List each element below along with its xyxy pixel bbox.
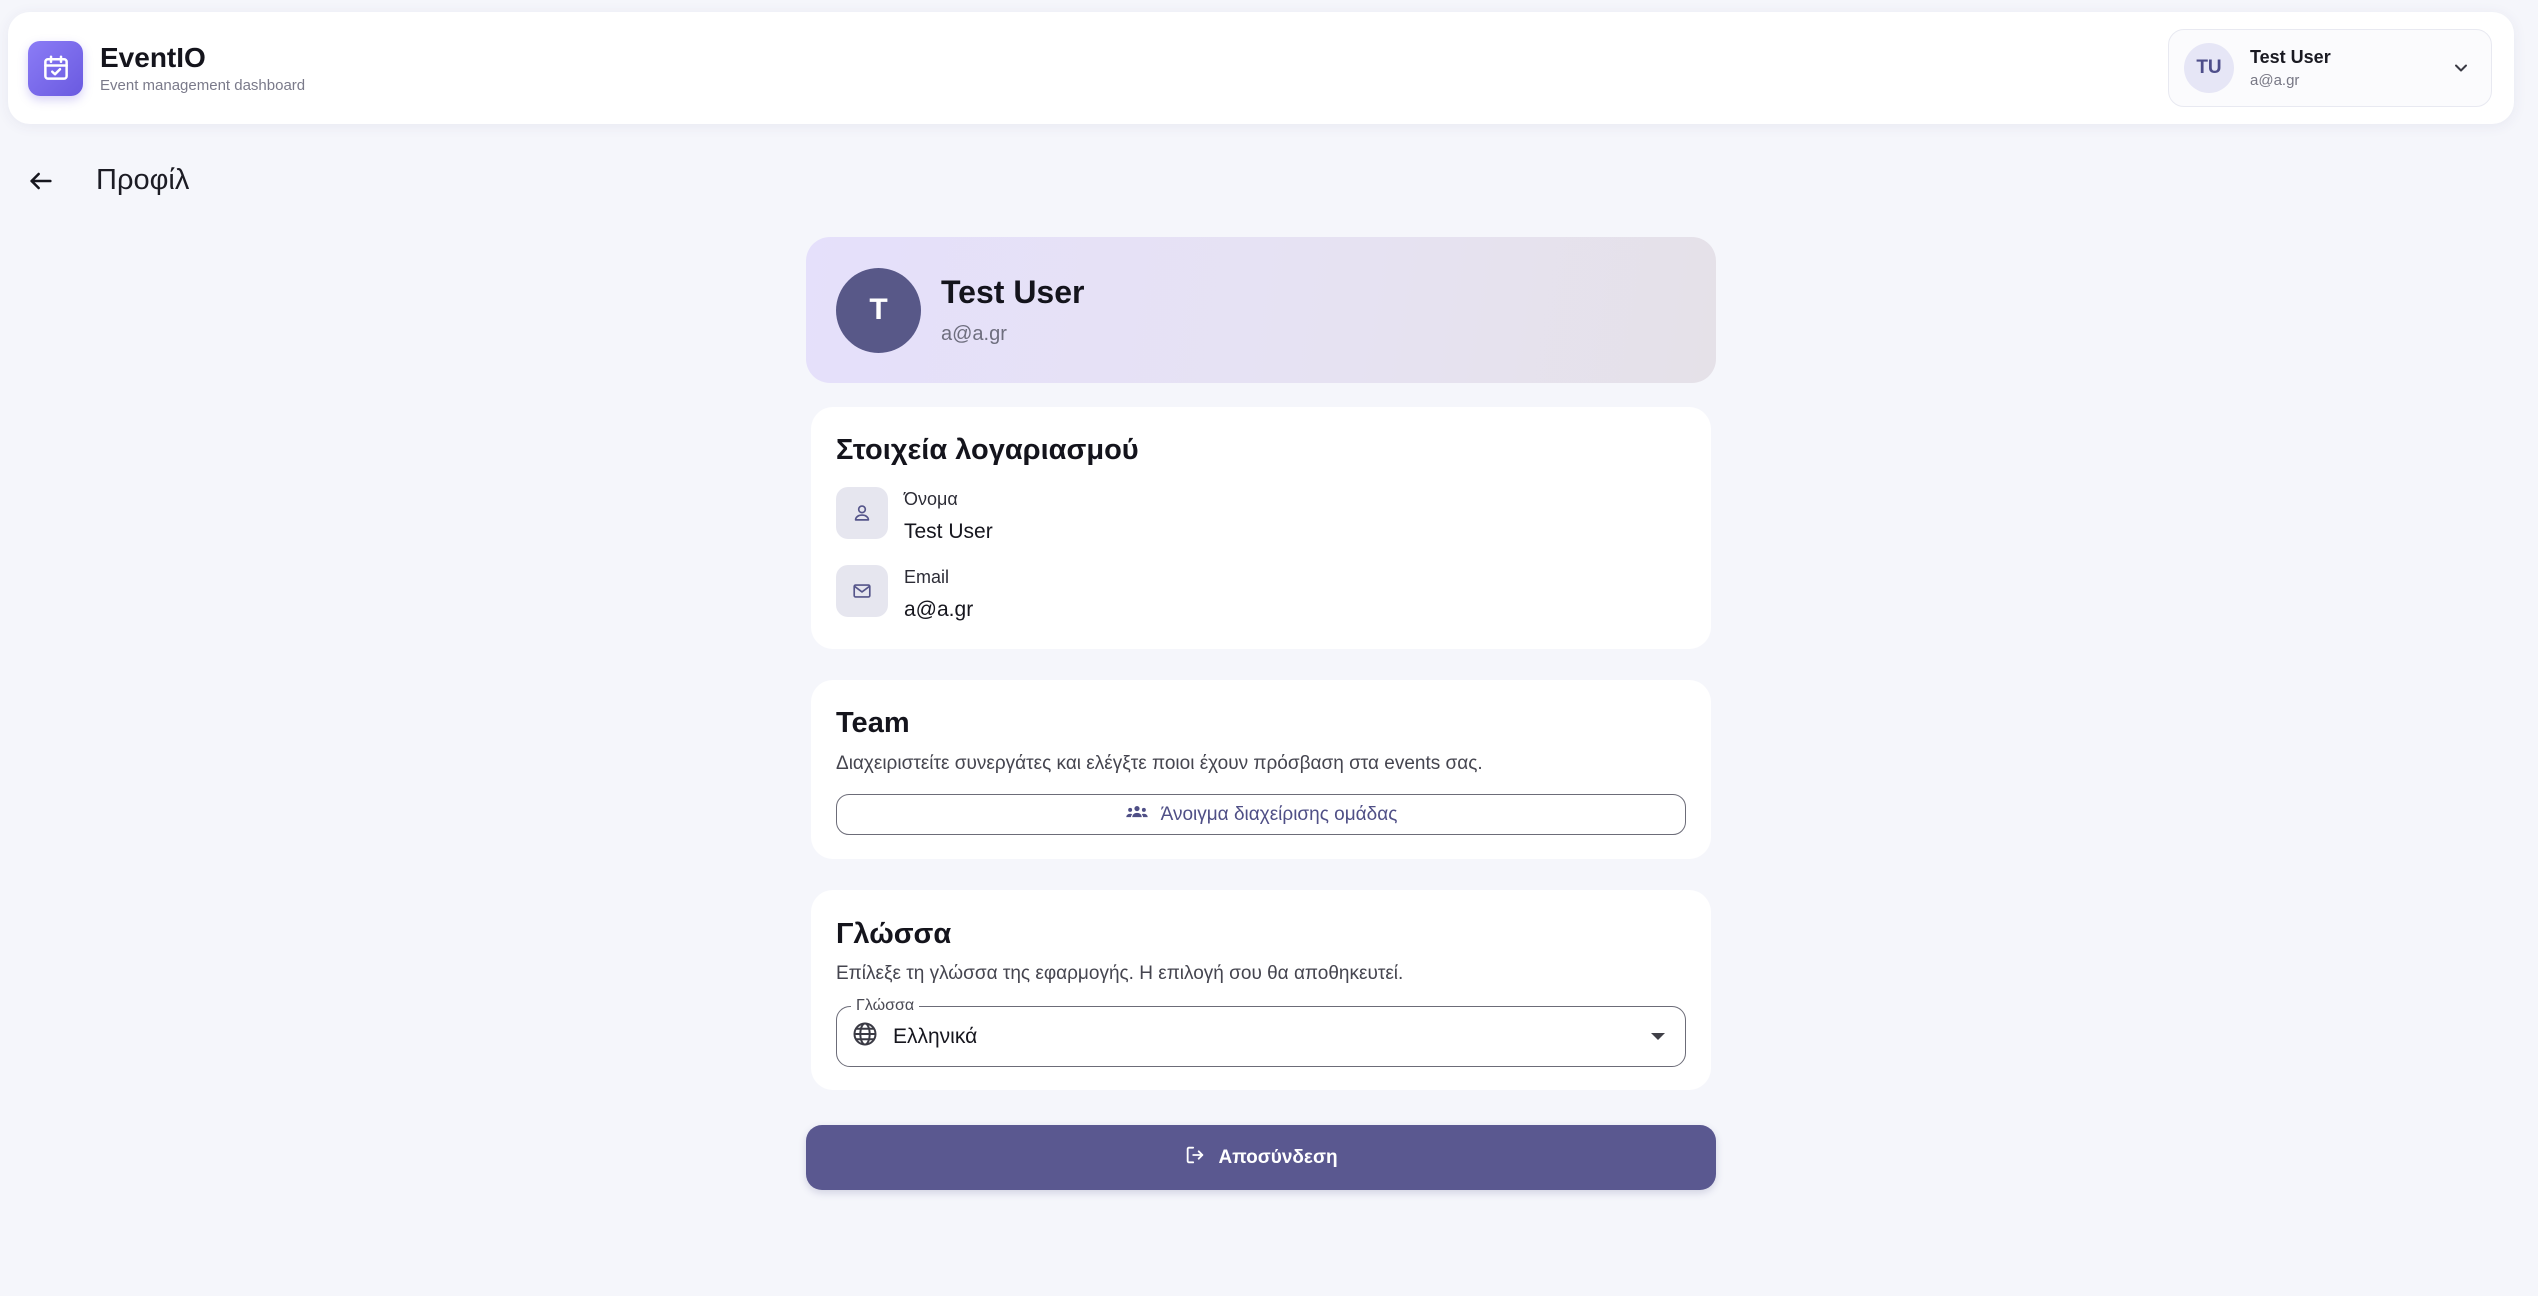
chevron-down-icon <box>2451 58 2471 83</box>
open-team-management-label: Άνοιγμα διαχείρισης ομάδας <box>1160 803 1398 825</box>
avatar: T <box>836 267 921 353</box>
team-description: Διαχειριστείτε συνεργάτες και ελέγξτε πο… <box>836 753 1483 774</box>
language-selected-value: Ελληνικά <box>893 1024 978 1048</box>
user-avatar: TU <box>2184 43 2234 93</box>
language-description: Επίλεξε τη γλώσσα της εφαρμογής. Η επιλο… <box>836 963 1404 984</box>
logout-button[interactable]: Αποσύνδεση <box>806 1125 1716 1190</box>
team-card: Team Διαχειριστείτε συνεργάτες και ελέγξ… <box>811 680 1711 859</box>
calendar-check-icon <box>28 40 83 96</box>
account-row-name: Όνομα Test User <box>836 487 993 544</box>
page-title: Προφίλ <box>96 164 190 196</box>
account-details-title: Στοιχεία λογαριασμού <box>836 434 1139 466</box>
account-email-value: a@a.gr <box>904 598 974 621</box>
person-icon <box>836 487 888 539</box>
account-name-label: Όνομα <box>904 489 958 509</box>
account-details-card: Στοιχεία λογαριασμού Όνομα Test User Ema… <box>811 407 1711 649</box>
user-menu-button[interactable]: TU Test User a@a.gr <box>2168 29 2492 107</box>
user-menu-name: Test User <box>2250 47 2331 67</box>
app-header: EventIO Event management dashboard TU Te… <box>8 12 2514 124</box>
language-field-label: Γλώσσα <box>851 997 920 1015</box>
mail-icon <box>836 565 888 617</box>
account-row-email: Email a@a.gr <box>836 565 973 622</box>
open-team-management-button[interactable]: Άνοιγμα διαχείρισης ομάδας <box>836 794 1686 835</box>
back-button[interactable] <box>24 166 58 200</box>
dropdown-arrow-icon <box>1651 1033 1665 1040</box>
logout-label: Αποσύνδεση <box>1218 1146 1338 1168</box>
brand[interactable]: EventIO Event management dashboard <box>28 40 306 96</box>
profile-email: a@a.gr <box>941 323 1007 345</box>
profile-name: Test User <box>941 274 1085 310</box>
account-email-label: Email <box>904 567 950 587</box>
account-name-value: Test User <box>904 520 993 543</box>
app-subtitle: Event management dashboard <box>100 77 306 94</box>
team-title: Team <box>836 707 910 739</box>
language-title: Γλώσσα <box>836 918 952 950</box>
app-name: EventIO <box>100 42 206 73</box>
logout-icon <box>1184 1144 1218 1172</box>
globe-icon <box>851 1020 879 1053</box>
language-card: Γλώσσα Επίλεξε τη γλώσσα της εφαρμογής. … <box>811 890 1711 1090</box>
user-menu-email: a@a.gr <box>2250 72 2300 89</box>
language-select[interactable]: Γλώσσα Ελληνικά <box>836 997 1686 1067</box>
group-icon <box>1125 802 1161 828</box>
profile-summary-card: T Test User a@a.gr <box>806 237 1716 383</box>
arrow-left-icon <box>27 167 55 200</box>
